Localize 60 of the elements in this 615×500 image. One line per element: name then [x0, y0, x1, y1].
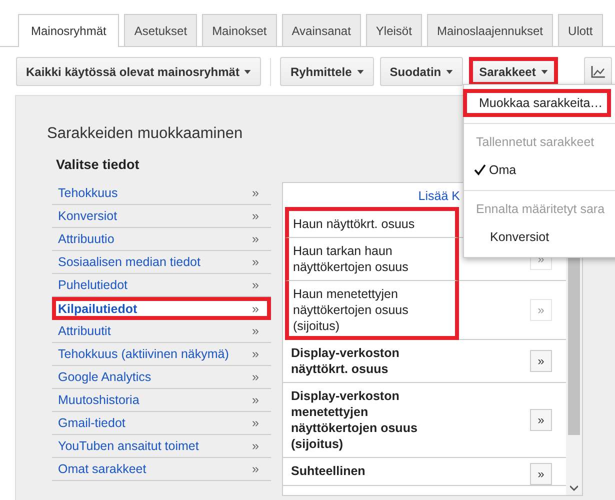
chevron-icon: »	[252, 393, 259, 407]
tab[interactable]: Ulott	[558, 14, 603, 46]
menu-item[interactable]: Oma	[464, 156, 526, 184]
category-item[interactable]: Kilpailutiedot »	[52, 297, 271, 320]
checkmark-icon	[474, 164, 486, 176]
chart-button[interactable]	[584, 57, 612, 86]
category-item[interactable]: Tehokkuus (aktiivinen näkymä) »	[52, 343, 271, 366]
chevron-icon: »	[252, 416, 259, 430]
tab[interactable]: Asetukset	[124, 14, 198, 46]
metric-label: Display-verkoston näyttökrt. osuus	[291, 346, 400, 376]
metric-label: Haun menetettyjen näyttökertojen osuus (sijoitus)	[293, 287, 408, 333]
metric-label: Haun näyttökrt. osuus	[293, 217, 415, 231]
tab[interactable]: Yleisöt	[366, 14, 422, 46]
dropdown-button[interactable]: Sarakkeet	[469, 57, 558, 86]
caret-icon	[356, 70, 364, 74]
tab[interactable]: Mainosryhmät	[18, 14, 120, 47]
panel-title: Sarakkeiden muokkaaminen	[47, 125, 243, 143]
metric-label: Display-verkoston menetettyjen näyttökertojen osuus (sijoitus)	[291, 389, 418, 451]
category-item[interactable]: Gmail-tiedot »	[52, 412, 271, 435]
chevron-icon: »	[252, 370, 259, 384]
caret-icon	[540, 70, 548, 74]
tab[interactable]: Mainoslaajennukset	[426, 14, 554, 46]
category-item[interactable]: Google Analytics »	[52, 366, 271, 389]
chevron-icon: »	[252, 186, 259, 200]
tab[interactable]: Mainokset	[202, 14, 277, 46]
add-button[interactable]: »	[530, 463, 552, 485]
category-item[interactable]: Attribuutit »	[52, 320, 271, 343]
chevron-icon: »	[252, 232, 259, 246]
chevron-icon: »	[252, 209, 259, 223]
chevron-icon: »	[252, 439, 259, 453]
dropdown-button[interactable]: Suodatin	[380, 57, 464, 86]
dropdown-button[interactable]: Ryhmittele	[280, 57, 374, 86]
menu-header: Ennalta määritetyt sara	[476, 202, 605, 216]
caret-icon	[446, 70, 454, 74]
line-chart-icon	[590, 66, 605, 78]
add-button[interactable]: »	[530, 409, 552, 431]
category-item[interactable]: Muutoshistoria »	[52, 389, 271, 412]
chevron-icon: »	[252, 324, 259, 338]
category-item[interactable]: YouTuben ansaitut toimet »	[52, 435, 271, 458]
section-heading: Valitse tiedot	[56, 157, 140, 172]
category-item[interactable]: Sosiaalisen median tiedot »	[52, 251, 271, 274]
chevron-icon: »	[252, 462, 259, 476]
category-item[interactable]: Attribuutio »	[52, 228, 271, 251]
dropdown-button[interactable]: Kaikki käytössä olevat mainosryhmät	[16, 57, 262, 86]
category-item[interactable]: Tehokkuus »	[52, 182, 271, 205]
category-item[interactable]: Konversiot »	[52, 205, 271, 228]
tab[interactable]: Avainsanat	[282, 14, 361, 46]
metric-label: Suhteellinen	[291, 464, 366, 478]
chevron-icon: »	[252, 347, 259, 361]
menu-item[interactable]: Muokkaa sarakkeita…	[463, 89, 611, 117]
chevron-icon: »	[252, 255, 259, 269]
add-button[interactable]: »	[530, 350, 552, 372]
menu-item[interactable]: Konversiot	[464, 223, 560, 251]
chevron-icon: »	[252, 302, 259, 316]
chevron-icon: »	[252, 278, 259, 292]
category-item[interactable]: Omat sarakkeet »	[52, 458, 271, 481]
menu-header: Tallennetut sarakkeet	[476, 135, 594, 149]
add-link[interactable]: Lisää K	[418, 189, 460, 204]
caret-icon	[244, 70, 252, 74]
metric-label: Haun tarkan haun näyttökertojen osuus	[293, 244, 408, 274]
